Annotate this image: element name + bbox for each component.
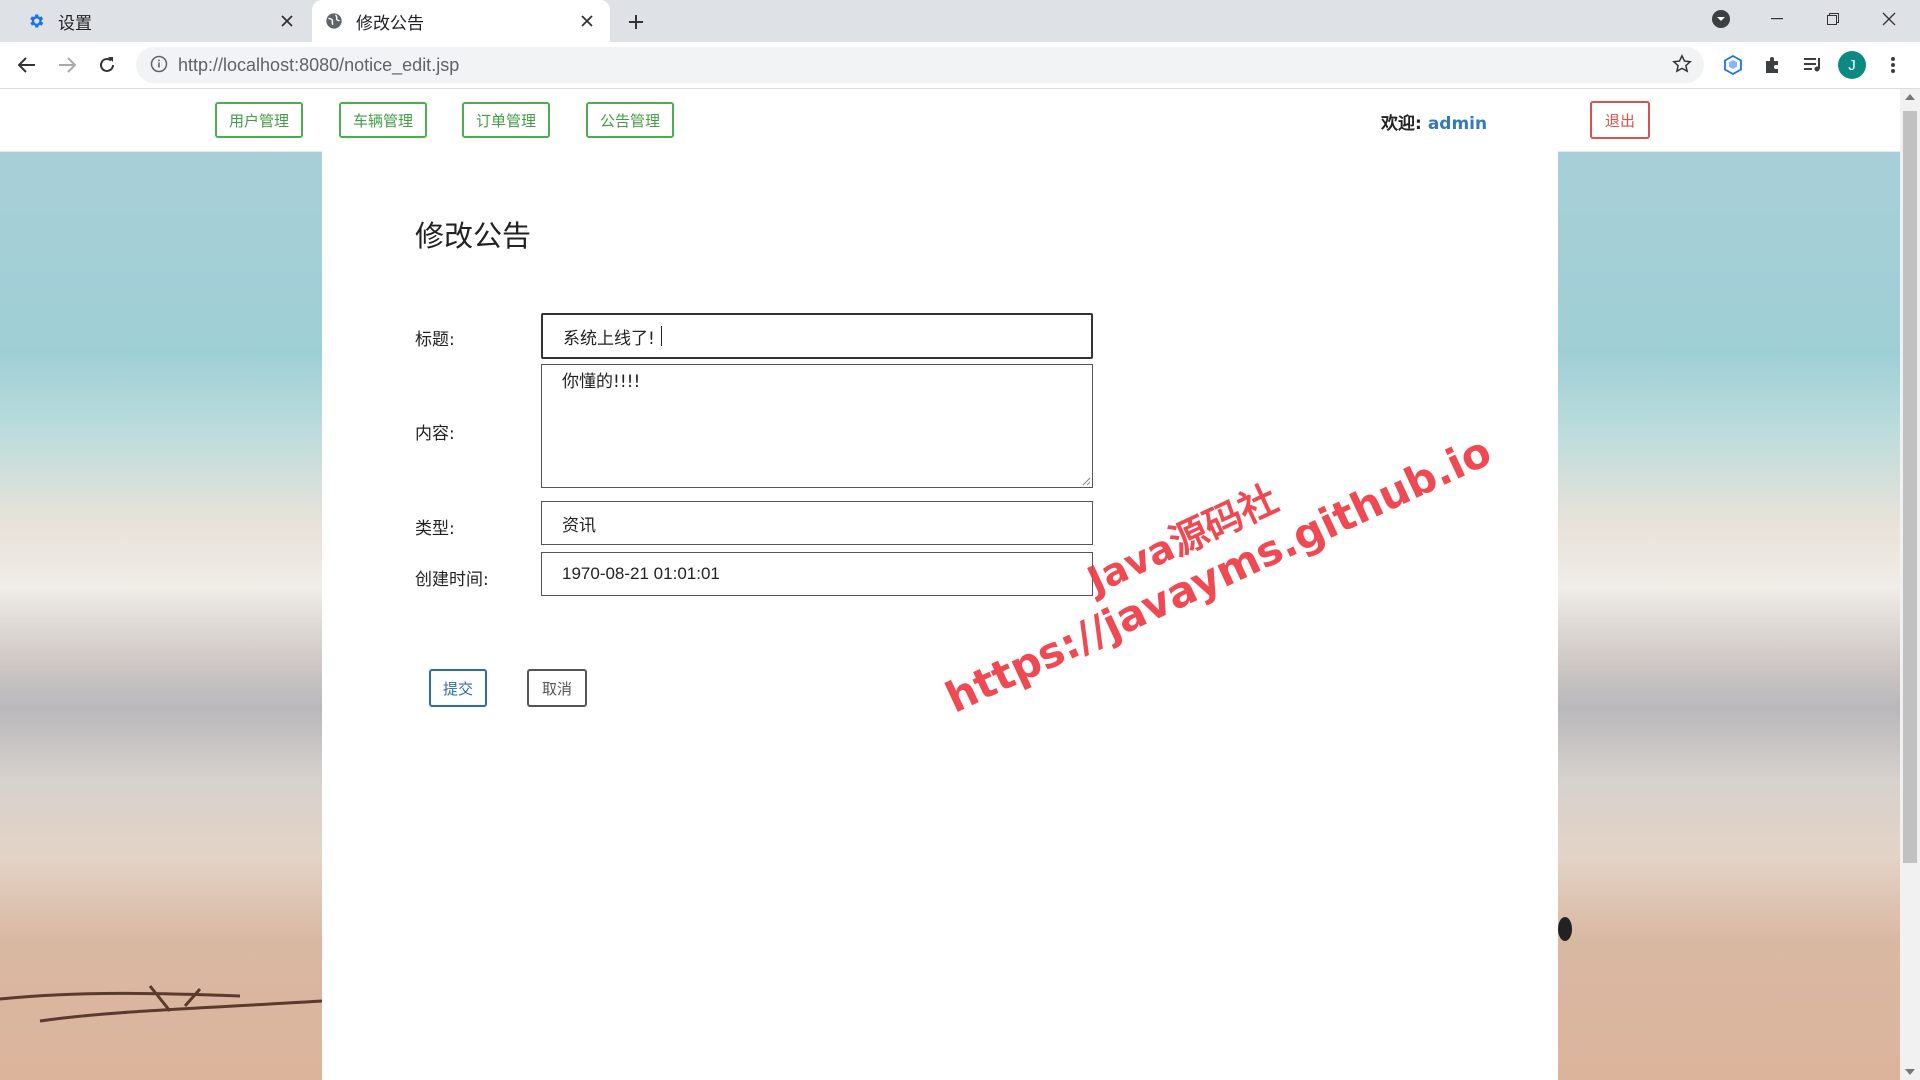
browser-tab-strip: 设置 修改公告	[0, 0, 1920, 42]
type-input-value: 资讯	[562, 515, 596, 536]
nav-notice-management[interactable]: 公告管理	[586, 102, 674, 138]
url-text: http://localhost:8080/notice_edit.jsp	[178, 55, 460, 75]
tab-settings-label: 设置	[58, 13, 92, 34]
page-viewport: 用户管理 车辆管理 订单管理 公告管理 欢迎: admin 退出 修改公告 标题:…	[0, 89, 1900, 1080]
forward-arrow-icon[interactable]	[52, 50, 82, 80]
new-tab-plus-icon[interactable]	[622, 8, 650, 36]
type-label: 类型:	[415, 519, 455, 539]
logout-button[interactable]: 退出	[1590, 101, 1650, 139]
type-input[interactable]: 资讯	[541, 501, 1093, 545]
welcome-text: 欢迎: admin	[1381, 109, 1487, 134]
cancel-button[interactable]: 取消	[527, 669, 587, 707]
tab-search-dropdown-icon[interactable]	[1698, 0, 1744, 38]
back-arrow-icon[interactable]	[12, 50, 42, 80]
address-bar[interactable]: http://localhost:8080/notice_edit.jsp	[136, 47, 1704, 83]
minimize-icon[interactable]	[1754, 0, 1800, 38]
scroll-down-arrow-icon[interactable]	[1905, 1069, 1915, 1075]
close-icon[interactable]	[276, 10, 298, 32]
content-textarea[interactable]: 你懂的!!!!	[541, 364, 1093, 488]
globe-icon	[324, 11, 344, 31]
tab-notice-edit[interactable]: 修改公告	[312, 0, 610, 42]
close-window-icon[interactable]	[1866, 0, 1912, 38]
content-label: 内容:	[415, 424, 455, 444]
extensions-puzzle-icon[interactable]	[1758, 50, 1788, 80]
tab-settings[interactable]: 设置	[10, 0, 310, 42]
more-menu-icon[interactable]	[1878, 50, 1908, 80]
reload-icon[interactable]	[92, 50, 122, 80]
text-caret	[660, 326, 662, 346]
top-navbar: 用户管理 车辆管理 订单管理 公告管理 欢迎: admin 退出	[0, 89, 1900, 152]
welcome-label: 欢迎:	[1381, 114, 1422, 134]
edit-notice-panel: 修改公告 标题: 系统上线了! 内容: 你懂的!!!! 类型: 资讯 创建时间:…	[322, 151, 1558, 1080]
gear-icon	[26, 11, 46, 31]
scroll-up-arrow-icon[interactable]	[1905, 94, 1915, 100]
media-queue-icon[interactable]	[1798, 50, 1828, 80]
scrollbar-thumb[interactable]	[1903, 111, 1917, 863]
title-input[interactable]: 系统上线了!	[541, 313, 1093, 359]
close-icon[interactable]	[576, 10, 598, 32]
content-textarea-value: 你懂的!!!!	[562, 372, 641, 392]
nav-order-management[interactable]: 订单管理	[462, 102, 550, 138]
tab-notice-edit-label: 修改公告	[356, 13, 424, 34]
title-label: 标题:	[415, 330, 455, 350]
created-time-label: 创建时间:	[415, 570, 489, 590]
nav-vehicle-management[interactable]: 车辆管理	[339, 102, 427, 138]
bookmark-star-icon[interactable]	[1672, 54, 1692, 78]
nav-user-management[interactable]: 用户管理	[215, 102, 303, 138]
created-time-input[interactable]: 1970-08-21 01:01:01	[541, 552, 1093, 596]
title-input-value: 系统上线了!	[563, 328, 655, 349]
page-title: 修改公告	[415, 219, 532, 253]
page-scrollbar[interactable]	[1900, 89, 1920, 1080]
submit-button[interactable]: 提交	[429, 669, 487, 707]
profile-avatar[interactable]: J	[1838, 51, 1866, 79]
restore-icon[interactable]	[1810, 0, 1856, 38]
username[interactable]: admin	[1428, 114, 1487, 134]
resize-handle-icon[interactable]	[1081, 476, 1091, 486]
browser-toolbar: http://localhost:8080/notice_edit.jsp J	[0, 42, 1920, 89]
created-time-value: 1970-08-21 01:01:01	[562, 564, 720, 583]
extension-shield-icon[interactable]	[1718, 50, 1748, 80]
info-icon[interactable]	[150, 55, 168, 77]
